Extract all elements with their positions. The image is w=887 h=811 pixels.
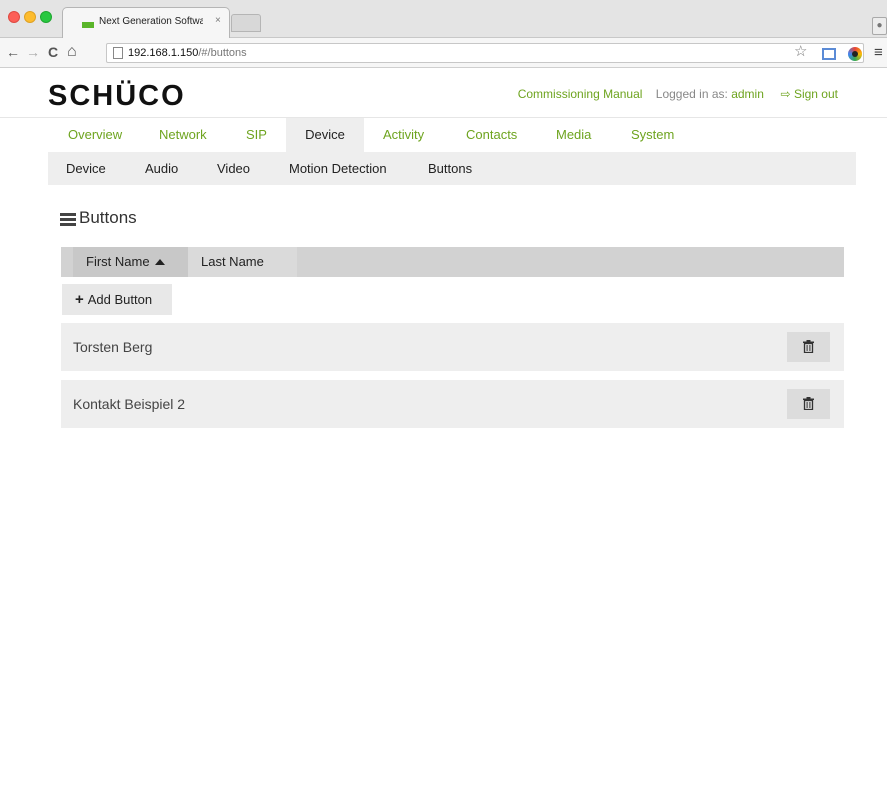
browser-titlebar: Next Generation Software × ● bbox=[0, 0, 887, 38]
favicon-icon bbox=[82, 22, 94, 28]
sort-last-name-button[interactable]: Last Name bbox=[188, 247, 297, 277]
nav-network[interactable]: Network bbox=[159, 118, 207, 152]
sort-ascending-icon bbox=[154, 259, 165, 265]
add-button[interactable]: + Add Button bbox=[62, 284, 172, 315]
url-path: /#/buttons bbox=[198, 47, 247, 59]
address-bar[interactable]: 192.168.1.150/#/buttons bbox=[106, 43, 864, 63]
subnav-buttons[interactable]: Buttons bbox=[428, 152, 472, 185]
nav-device[interactable]: Device bbox=[286, 118, 364, 152]
subnav-motion-detection[interactable]: Motion Detection bbox=[289, 152, 387, 185]
url-host: 192.168.1.150 bbox=[128, 47, 199, 59]
subnav-video[interactable]: Video bbox=[217, 152, 250, 185]
username[interactable]: admin bbox=[731, 87, 764, 101]
trash-icon bbox=[803, 397, 814, 410]
subnav-device[interactable]: Device bbox=[66, 152, 106, 185]
cast-icon[interactable] bbox=[822, 48, 836, 60]
page: SCHÜCO Commissioning Manual Logged in as… bbox=[0, 68, 887, 811]
header-divider bbox=[0, 117, 887, 118]
commissioning-manual-link[interactable]: Commissioning Manual bbox=[518, 87, 643, 101]
reload-icon[interactable]: C bbox=[48, 44, 58, 60]
button-name: Torsten Berg bbox=[73, 339, 153, 355]
logged-in-label: Logged in as: bbox=[655, 87, 728, 101]
button-name: Kontakt Beispiel 2 bbox=[73, 396, 186, 412]
tab-close-icon[interactable]: × bbox=[215, 15, 221, 26]
sort-bar: First Name Last Name bbox=[61, 247, 844, 277]
trash-icon bbox=[803, 340, 814, 353]
logo: SCHÜCO bbox=[48, 80, 186, 112]
list-item[interactable]: Kontakt Beispiel 2 bbox=[61, 380, 844, 428]
url-text: 192.168.1.150/#/buttons bbox=[128, 47, 247, 59]
extension-icon[interactable] bbox=[848, 47, 862, 61]
sort-first-name-label: First Name bbox=[86, 254, 150, 269]
sort-last-name-label: Last Name bbox=[201, 254, 264, 269]
close-window-button[interactable] bbox=[8, 11, 20, 23]
nav-contacts[interactable]: Contacts bbox=[466, 118, 517, 152]
nav-system[interactable]: System bbox=[631, 118, 674, 152]
back-icon[interactable]: ← bbox=[6, 44, 20, 60]
page-icon bbox=[113, 47, 123, 59]
profile-icon[interactable]: ● bbox=[872, 17, 887, 35]
nav-activity[interactable]: Activity bbox=[383, 118, 424, 152]
nav-sip[interactable]: SIP bbox=[246, 118, 267, 152]
nav-overview[interactable]: Overview bbox=[68, 118, 122, 152]
home-icon[interactable]: ⌂ bbox=[67, 44, 77, 60]
nav-media[interactable]: Media bbox=[556, 118, 591, 152]
page-title-text: Buttons bbox=[79, 208, 137, 227]
browser-toolbar: ← → C ⌂ 192.168.1.150/#/buttons ☆ ≡ bbox=[0, 38, 887, 68]
add-button-label: Add Button bbox=[87, 292, 153, 307]
sign-out-icon: ⇨ bbox=[780, 87, 791, 101]
sign-out-label: Sign out bbox=[793, 87, 838, 101]
bookmark-star-icon[interactable]: ☆ bbox=[794, 44, 807, 60]
page-title: Buttons bbox=[60, 208, 137, 228]
header-links: Commissioning Manual Logged in as: admin… bbox=[518, 87, 838, 101]
sort-first-name-button[interactable]: First Name bbox=[73, 247, 188, 277]
plus-icon: + bbox=[75, 291, 84, 308]
delete-button[interactable] bbox=[787, 389, 830, 419]
browser-menu-icon[interactable]: ≡ bbox=[874, 45, 883, 61]
forward-icon[interactable]: → bbox=[26, 44, 40, 60]
maximize-window-button[interactable] bbox=[40, 11, 52, 23]
tab-title: Next Generation Software bbox=[99, 16, 203, 27]
new-tab-button[interactable] bbox=[231, 14, 261, 32]
list-item[interactable]: Torsten Berg bbox=[61, 323, 844, 371]
delete-button[interactable] bbox=[787, 332, 830, 362]
browser-tab[interactable]: Next Generation Software × bbox=[62, 7, 230, 38]
subnav-audio[interactable]: Audio bbox=[145, 152, 178, 185]
sign-out-link[interactable]: ⇨ Sign out bbox=[781, 87, 838, 101]
minimize-window-button[interactable] bbox=[24, 11, 36, 23]
sub-nav: Device Audio Video Motion Detection Butt… bbox=[48, 152, 856, 185]
